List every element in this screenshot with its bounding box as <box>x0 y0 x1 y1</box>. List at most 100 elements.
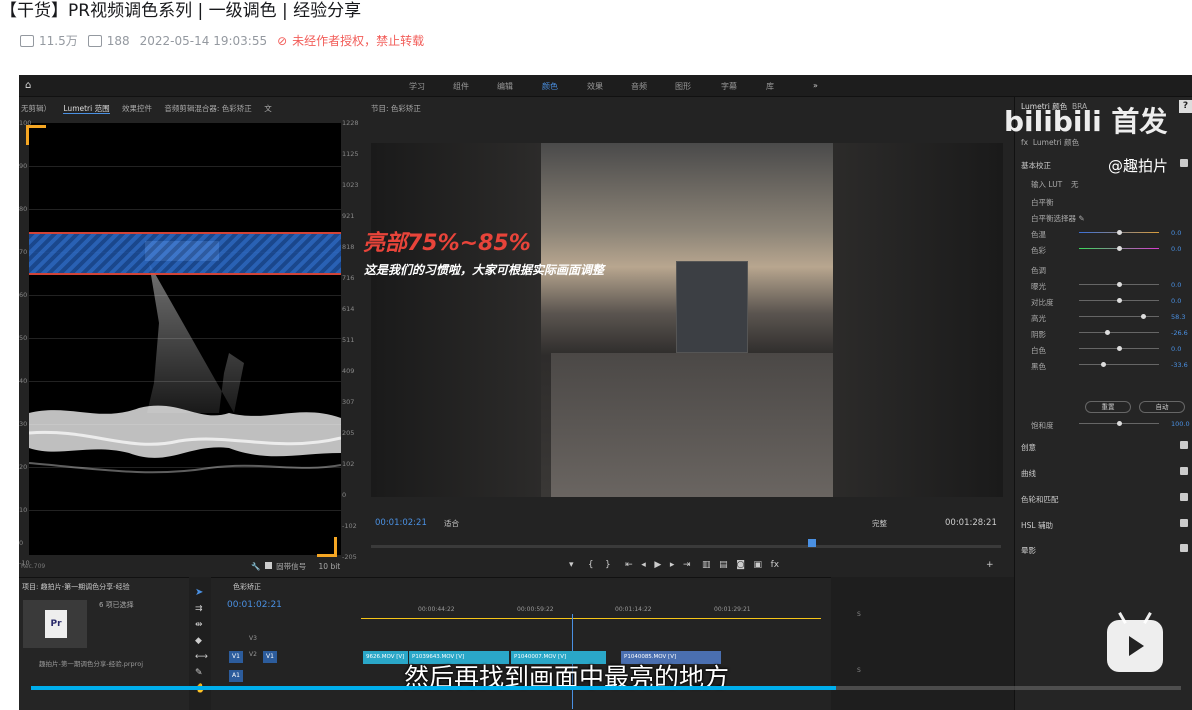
quality-select[interactable]: 完整 <box>872 518 887 529</box>
track-source-a1[interactable]: A1 <box>229 670 243 682</box>
eyedropper-icon[interactable]: ✎ <box>1078 214 1084 223</box>
workspace-item[interactable]: 字幕 <box>721 81 737 92</box>
compare-icon[interactable]: ▣ <box>754 560 763 570</box>
home-icon[interactable]: ⌂ <box>25 80 31 91</box>
pen-tool-icon[interactable]: ✎ <box>195 668 211 678</box>
lift-icon[interactable]: ▥ <box>702 560 711 570</box>
section-basic[interactable]: 基本校正 <box>1021 160 1051 171</box>
more-workspaces-icon[interactable]: » <box>813 81 818 90</box>
workspace-item[interactable]: 音频 <box>631 81 647 92</box>
timeline-clip[interactable]: 9626.MOV [V] <box>363 651 408 664</box>
project-thumbnail[interactable]: Pr <box>23 600 87 648</box>
tab-lumetri-scopes[interactable]: Lumetri 范围 <box>63 104 110 114</box>
saturation-value[interactable]: 100.0 <box>1171 420 1190 428</box>
track-source-v1[interactable]: V1 <box>229 651 243 663</box>
selection-tool-icon[interactable]: ➤ <box>195 587 211 598</box>
add-button-icon[interactable]: + <box>986 560 994 570</box>
video-player[interactable]: ⌂ 学习 组件 编辑 颜色 效果 音频 图形 字幕 库 » 无剪辑） Lumet… <box>19 75 1192 710</box>
section-checkbox[interactable] <box>1180 467 1188 475</box>
shadows-slider[interactable] <box>1079 330 1159 335</box>
play-icon[interactable]: ▶ <box>654 560 661 570</box>
section-checkbox[interactable] <box>1180 493 1188 501</box>
signal-checkbox[interactable] <box>264 562 272 569</box>
reset-button[interactable]: 重置 <box>1085 401 1131 413</box>
tab-text[interactable]: 文 <box>264 104 272 113</box>
step-forward-icon[interactable]: ▸ <box>670 560 675 570</box>
contrast-slider[interactable] <box>1079 298 1159 303</box>
slider-knob[interactable] <box>1141 314 1146 319</box>
fit-select[interactable]: 适合 <box>444 518 459 529</box>
slider-value[interactable]: 0.0 <box>1171 345 1181 353</box>
workspace-item[interactable]: 效果 <box>587 81 603 92</box>
section-checkbox[interactable] <box>1180 159 1188 167</box>
fx-icon[interactable]: fx <box>771 560 780 570</box>
workspace-item[interactable]: 学习 <box>409 81 425 92</box>
help-button[interactable]: ? <box>1179 100 1192 113</box>
workspace-item-active[interactable]: 颜色 <box>542 81 558 92</box>
workspace-item[interactable]: 库 <box>766 81 774 92</box>
marker-icon[interactable]: ▾ <box>569 560 574 570</box>
slider-knob[interactable] <box>1117 346 1122 351</box>
step-back-icon[interactable]: ◂ <box>641 560 646 570</box>
slider-knob[interactable] <box>1117 246 1122 251</box>
slider-knob[interactable] <box>1117 282 1122 287</box>
slider-knob[interactable] <box>1117 230 1122 235</box>
slider-value[interactable]: 0.0 <box>1171 229 1181 237</box>
workspace-item[interactable]: 图形 <box>675 81 691 92</box>
section-color-wheels[interactable]: 色轮和匹配 <box>1021 494 1059 505</box>
section-curves[interactable]: 曲线 <box>1021 468 1036 479</box>
razor-tool-icon[interactable]: ◆ <box>195 636 211 646</box>
slider-value[interactable]: 0.0 <box>1171 281 1181 289</box>
sequence-timecode[interactable]: 00:01:02:21 <box>227 600 282 610</box>
bit-depth-select[interactable]: 10 bit <box>319 562 341 571</box>
slider-value[interactable]: -33.6 <box>1171 361 1188 369</box>
go-to-out-icon[interactable]: ⇥ <box>683 560 691 570</box>
input-lut-select[interactable]: 无 <box>1071 179 1079 190</box>
exposure-slider[interactable] <box>1079 282 1159 287</box>
work-area-bar[interactable] <box>361 618 821 619</box>
section-hsl[interactable]: HSL 辅助 <box>1021 520 1053 531</box>
slider-value[interactable]: 0.0 <box>1171 245 1181 253</box>
slider-value[interactable]: 0.0 <box>1171 297 1181 305</box>
track-target-v1[interactable]: V1 <box>263 651 277 663</box>
workspace-item[interactable]: 编辑 <box>497 81 513 92</box>
slider-knob[interactable] <box>1117 298 1122 303</box>
slider-value[interactable]: -26.6 <box>1171 329 1188 337</box>
sequence-tab[interactable]: 色彩矫正 <box>233 582 261 592</box>
project-tab[interactable]: 项目: 趣拍片-第一期调色分享-经验 <box>22 582 130 592</box>
playhead-knob[interactable] <box>808 539 816 547</box>
workspace-item[interactable]: 组件 <box>453 81 469 92</box>
saturation-slider[interactable] <box>1079 421 1159 426</box>
ripple-edit-icon[interactable]: ⇹ <box>195 620 211 630</box>
whites-slider[interactable] <box>1079 346 1159 351</box>
go-to-in-icon[interactable]: ⇤ <box>625 560 633 570</box>
blacks-slider[interactable] <box>1079 362 1159 367</box>
highlights-slider[interactable] <box>1079 314 1159 319</box>
slider-knob[interactable] <box>1105 330 1110 335</box>
section-checkbox[interactable] <box>1180 544 1188 552</box>
tab-audio-mixer[interactable]: 音频剪辑混合器: 色彩矫正 <box>164 104 251 113</box>
in-point-icon[interactable]: { <box>588 560 594 570</box>
program-monitor-tab[interactable]: 节目: 色彩矫正 <box>371 103 431 119</box>
slider-knob[interactable] <box>1101 362 1106 367</box>
tab-effect-controls[interactable]: 效果控件 <box>122 104 152 113</box>
section-vignette[interactable]: 晕影 <box>1021 545 1036 556</box>
section-creative[interactable]: 创意 <box>1021 442 1036 453</box>
camera-icon[interactable]: ◙ <box>736 560 745 570</box>
extract-icon[interactable]: ▤ <box>719 560 728 570</box>
slider-value[interactable]: 58.3 <box>1171 313 1185 321</box>
track-select-icon[interactable]: ⇉ <box>195 604 211 614</box>
monitor-scrubber[interactable] <box>371 539 1001 548</box>
tint-slider[interactable] <box>1079 246 1159 251</box>
tab-clip[interactable]: 无剪辑） <box>21 104 51 113</box>
video-progress-bar[interactable] <box>31 686 1181 690</box>
wrench-icon[interactable]: 🔧 <box>251 562 260 571</box>
slider-knob[interactable] <box>1117 421 1122 426</box>
temperature-slider[interactable] <box>1079 230 1159 235</box>
slip-tool-icon[interactable]: ⟷ <box>195 652 211 662</box>
section-checkbox[interactable] <box>1180 519 1188 527</box>
out-point-icon[interactable]: } <box>605 560 611 570</box>
section-checkbox[interactable] <box>1180 441 1188 449</box>
auto-button[interactable]: 自动 <box>1139 401 1185 413</box>
current-timecode[interactable]: 00:01:02:21 <box>375 518 427 528</box>
